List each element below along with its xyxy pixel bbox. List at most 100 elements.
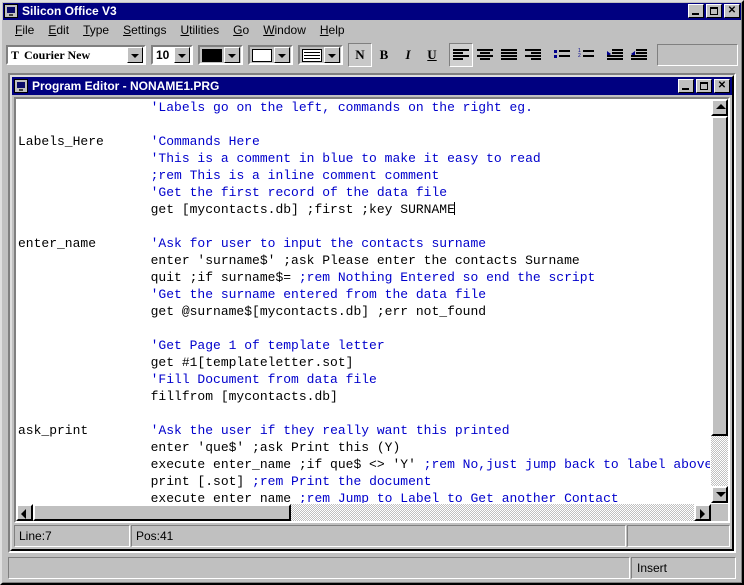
code-comment: 'Fill Document from data file — [150, 372, 377, 387]
code-comment: 'Ask the user if they really want this p… — [150, 423, 510, 438]
code-line[interactable]: enter 'que$' ;ask Print this (Y) — [18, 439, 710, 456]
code-line[interactable]: execute enter_name ;if que$ <> 'Y' ;rem … — [18, 456, 710, 473]
bullet-list-button[interactable] — [550, 43, 574, 67]
menu-item-type[interactable]: Type — [76, 21, 116, 39]
code-text: print [.sot] — [18, 474, 253, 489]
menu-item-edit[interactable]: Edit — [41, 21, 76, 39]
align-center-button[interactable] — [473, 43, 497, 67]
font-name-combo[interactable]: T Courier New — [6, 45, 146, 65]
close-icon: ✕ — [727, 5, 737, 16]
code-line[interactable]: print [.sot] ;rem Print the document — [18, 473, 710, 490]
toolbar-spacer — [657, 44, 738, 66]
scroll-right-button[interactable] — [694, 504, 711, 521]
indent-decrease-button[interactable] — [627, 43, 651, 67]
align-justify-button[interactable] — [497, 43, 521, 67]
program-editor-window: Program Editor - NONAME1.PRG ✕ 'Labels g… — [10, 75, 734, 551]
code-line[interactable]: 'Get the surname entered from the data f… — [18, 286, 710, 303]
border-style-picker[interactable] — [298, 45, 343, 65]
code-line[interactable]: ;rem This is a inline comment comment — [18, 167, 710, 184]
chevron-down-icon[interactable] — [174, 47, 190, 63]
child-maximize-button[interactable] — [696, 79, 712, 93]
code-comment: ;rem This is a inline comment comment — [150, 168, 440, 183]
chevron-down-icon[interactable] — [274, 47, 290, 63]
code-line[interactable] — [18, 320, 710, 337]
code-line[interactable]: 'Fill Document from data file — [18, 371, 710, 388]
formatting-toolbar: T Courier New 10 N B I U 1 2 — [2, 40, 742, 70]
menu-item-window[interactable]: Window — [256, 21, 313, 39]
chevron-down-icon[interactable] — [127, 47, 143, 63]
application-status-bar: Insert — [8, 557, 736, 579]
text-color-swatch — [202, 48, 222, 62]
chevron-down-icon[interactable] — [324, 47, 340, 63]
text-color-picker[interactable] — [198, 45, 243, 65]
numbered-list-button[interactable]: 1 2 — [574, 43, 598, 67]
scroll-left-button[interactable] — [16, 504, 33, 521]
fill-color-swatch — [252, 48, 272, 62]
code-line[interactable]: 'Labels go on the left, commands on the … — [18, 99, 710, 116]
close-button[interactable]: ✕ — [724, 4, 740, 18]
application-icon — [4, 4, 18, 18]
font-name-value: Courier New — [24, 47, 91, 62]
horizontal-scroll-thumb[interactable] — [33, 504, 291, 521]
code-line[interactable]: fillfrom [mycontacts.db] — [18, 388, 710, 405]
code-line[interactable]: ask_print 'Ask the user if they really w… — [18, 422, 710, 439]
code-text: get @surname$[mycontacts.db] ;err not_fo… — [18, 304, 487, 319]
chevron-down-icon[interactable] — [224, 47, 240, 63]
menu-item-go[interactable]: Go — [226, 21, 256, 39]
code-comment: 'Commands Here — [150, 134, 260, 149]
italic-button[interactable]: I — [396, 43, 420, 67]
menu-item-file[interactable]: File — [8, 21, 41, 39]
code-line[interactable]: get @surname$[mycontacts.db] ;err not_fo… — [18, 303, 710, 320]
menu-item-utilities[interactable]: Utilities — [173, 21, 226, 39]
code-line[interactable]: execute enter_name ;rem Jump to Label to… — [18, 490, 710, 503]
vertical-scroll-thumb[interactable] — [711, 116, 728, 436]
bold-button[interactable]: B — [372, 43, 396, 67]
normal-style-button[interactable]: N — [348, 43, 372, 67]
code-line[interactable]: enter_name 'Ask for user to input the co… — [18, 235, 710, 252]
code-line[interactable]: 'This is a comment in blue to make it ea… — [18, 150, 710, 167]
code-line[interactable] — [18, 218, 710, 235]
code-line[interactable] — [18, 405, 710, 422]
indent-increase-icon — [607, 49, 623, 61]
code-line[interactable]: enter 'surname$' ;ask Please enter the c… — [18, 252, 710, 269]
underline-label: U — [427, 47, 437, 62]
scroll-down-button[interactable] — [711, 486, 728, 503]
menu-item-help[interactable]: Help — [313, 21, 352, 39]
fill-color-picker[interactable] — [248, 45, 293, 65]
vertical-scrollbar[interactable] — [711, 99, 728, 503]
code-text: execute enter_name ;if que$ <> 'Y' — [18, 457, 424, 472]
align-left-button[interactable] — [449, 43, 473, 67]
minimize-button[interactable] — [688, 4, 704, 18]
code-line[interactable]: get #1[templateletter.sot] — [18, 354, 710, 371]
code-line[interactable]: 'Get Page 1 of template letter — [18, 337, 710, 354]
code-comment: 'Get the surname entered from the data f… — [150, 287, 487, 302]
editor-status-bar: Line:7 Pos:41 — [14, 525, 730, 547]
scroll-up-button[interactable] — [711, 99, 728, 116]
code-comment: ;rem No,just jump back to label above — [423, 457, 710, 472]
code-line[interactable]: Labels_Here 'Commands Here — [18, 133, 710, 150]
align-right-button[interactable] — [521, 43, 545, 67]
underline-button[interactable]: U — [420, 43, 444, 67]
maximize-button[interactable] — [706, 4, 722, 18]
font-size-combo[interactable]: 10 — [151, 45, 193, 65]
menu-item-settings[interactable]: Settings — [116, 21, 173, 39]
child-minimize-button[interactable] — [678, 79, 694, 93]
child-close-button[interactable]: ✕ — [714, 79, 730, 93]
code-editor[interactable]: 'Labels go on the left, commands on the … — [18, 99, 710, 503]
align-justify-icon — [501, 49, 517, 61]
code-text: enter 'que$' ;ask Print this (Y) — [18, 440, 401, 455]
code-line[interactable] — [18, 116, 710, 133]
code-line[interactable]: 'Get the first record of the data file — [18, 184, 710, 201]
code-line[interactable]: quit ;if surname$= ;rem Nothing Entered … — [18, 269, 710, 286]
indent-increase-button[interactable] — [603, 43, 627, 67]
status-position: Pos:41 — [131, 525, 626, 547]
code-text: quit ;if surname$= — [18, 270, 299, 285]
numbered-list-icon: 1 2 — [578, 49, 594, 61]
horizontal-scrollbar[interactable] — [16, 504, 711, 521]
code-line[interactable]: get [mycontacts.db] ;first ;key SURNAME — [18, 201, 710, 218]
code-comment: 'Get Page 1 of template letter — [150, 338, 385, 353]
